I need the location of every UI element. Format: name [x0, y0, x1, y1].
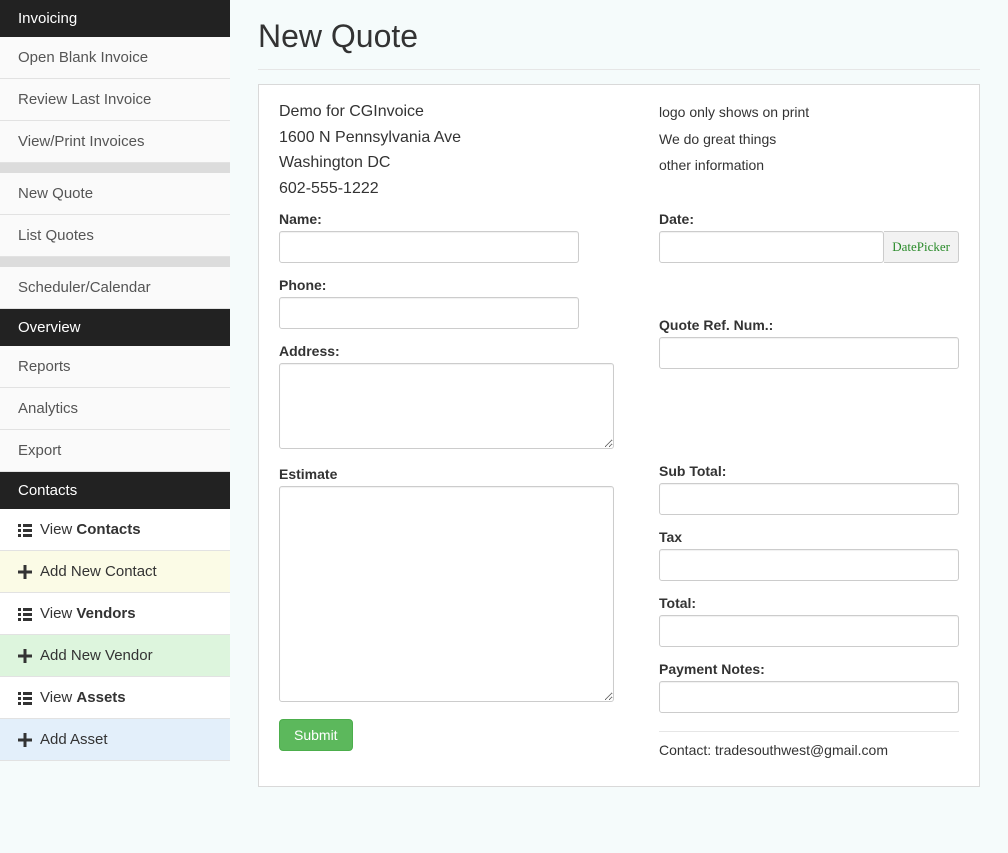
name-input[interactable]: [279, 231, 579, 263]
nav-view-print-invoices[interactable]: View/Print Invoices: [0, 121, 230, 163]
subtotal-input[interactable]: [659, 483, 959, 515]
name-label: Name:: [279, 211, 629, 227]
footer-contact: Contact: tradesouthwest@gmail.com: [659, 742, 959, 758]
payment-notes-input[interactable]: [659, 681, 959, 713]
company-street: 1600 N Pennsylvania Ave: [279, 125, 629, 151]
address-textarea[interactable]: [279, 363, 614, 449]
nav-view-assets[interactable]: View Assets: [0, 677, 230, 719]
nav-header-overview: Overview: [0, 309, 230, 346]
quote-ref-label: Quote Ref. Num.:: [659, 317, 959, 333]
nav-list-quotes[interactable]: List Quotes: [0, 215, 230, 257]
nav-spacer: [0, 257, 230, 267]
nav-export[interactable]: Export: [0, 430, 230, 472]
company-notes: logo only shows on print We do great thi…: [659, 99, 959, 201]
nav-spacer: [0, 163, 230, 173]
list-icon: [18, 691, 32, 705]
estimate-textarea[interactable]: [279, 486, 614, 702]
divider: [258, 69, 980, 70]
label: Add New Vendor: [40, 647, 153, 664]
date-input[interactable]: [659, 231, 884, 263]
nav-new-quote[interactable]: New Quote: [0, 173, 230, 215]
nav-add-new-contact[interactable]: Add New Contact: [0, 551, 230, 593]
label-prefix: View: [40, 521, 76, 538]
nav-analytics[interactable]: Analytics: [0, 388, 230, 430]
label: Add Asset: [40, 731, 108, 748]
plus-icon: [18, 565, 32, 579]
note-line: We do great things: [659, 126, 959, 153]
note-line: logo only shows on print: [659, 99, 959, 126]
company-city: Washington DC: [279, 150, 629, 176]
nav-add-new-vendor[interactable]: Add New Vendor: [0, 635, 230, 677]
submit-button[interactable]: Submit: [279, 719, 353, 751]
nav-review-last-invoice[interactable]: Review Last Invoice: [0, 79, 230, 121]
plus-icon: [18, 649, 32, 663]
total-input[interactable]: [659, 615, 959, 647]
note-line: other information: [659, 152, 959, 179]
nav-reports[interactable]: Reports: [0, 346, 230, 388]
company-info: Demo for CGInvoice 1600 N Pennsylvania A…: [279, 99, 629, 201]
nav-header-contacts: Contacts: [0, 472, 230, 509]
phone-input[interactable]: [279, 297, 579, 329]
list-icon: [18, 607, 32, 621]
date-label: Date:: [659, 211, 959, 227]
payment-notes-label: Payment Notes:: [659, 661, 959, 677]
estimate-label: Estimate: [279, 466, 629, 482]
nav-open-blank-invoice[interactable]: Open Blank Invoice: [0, 37, 230, 79]
list-icon: [18, 523, 32, 537]
phone-label: Phone:: [279, 277, 629, 293]
nav-header-invoicing: Invoicing: [0, 0, 230, 37]
sidebar: Invoicing Open Blank Invoice Review Last…: [0, 0, 230, 805]
date-picker-button[interactable]: DatePicker: [884, 231, 959, 263]
label: Add New Contact: [40, 563, 157, 580]
label-prefix: View: [40, 605, 76, 622]
tax-label: Tax: [659, 529, 959, 545]
label-bold: Vendors: [76, 605, 135, 622]
label-bold: Contacts: [76, 521, 140, 538]
address-label: Address:: [279, 343, 629, 359]
divider: [659, 731, 959, 732]
company-name: Demo for CGInvoice: [279, 99, 629, 125]
quote-ref-input[interactable]: [659, 337, 959, 369]
label-bold: Assets: [76, 689, 125, 706]
label-prefix: View: [40, 689, 76, 706]
nav-view-contacts[interactable]: View Contacts: [0, 509, 230, 551]
nav-scheduler-calendar[interactable]: Scheduler/Calendar: [0, 267, 230, 309]
total-label: Total:: [659, 595, 959, 611]
plus-icon: [18, 733, 32, 747]
subtotal-label: Sub Total:: [659, 463, 959, 479]
nav-view-vendors[interactable]: View Vendors: [0, 593, 230, 635]
page-title: New Quote: [258, 18, 980, 55]
company-phone: 602-555-1222: [279, 176, 629, 202]
nav-add-asset[interactable]: Add Asset: [0, 719, 230, 761]
tax-input[interactable]: [659, 549, 959, 581]
main-content: New Quote Demo for CGInvoice 1600 N Penn…: [230, 0, 1008, 805]
quote-form: Demo for CGInvoice 1600 N Pennsylvania A…: [258, 84, 980, 787]
